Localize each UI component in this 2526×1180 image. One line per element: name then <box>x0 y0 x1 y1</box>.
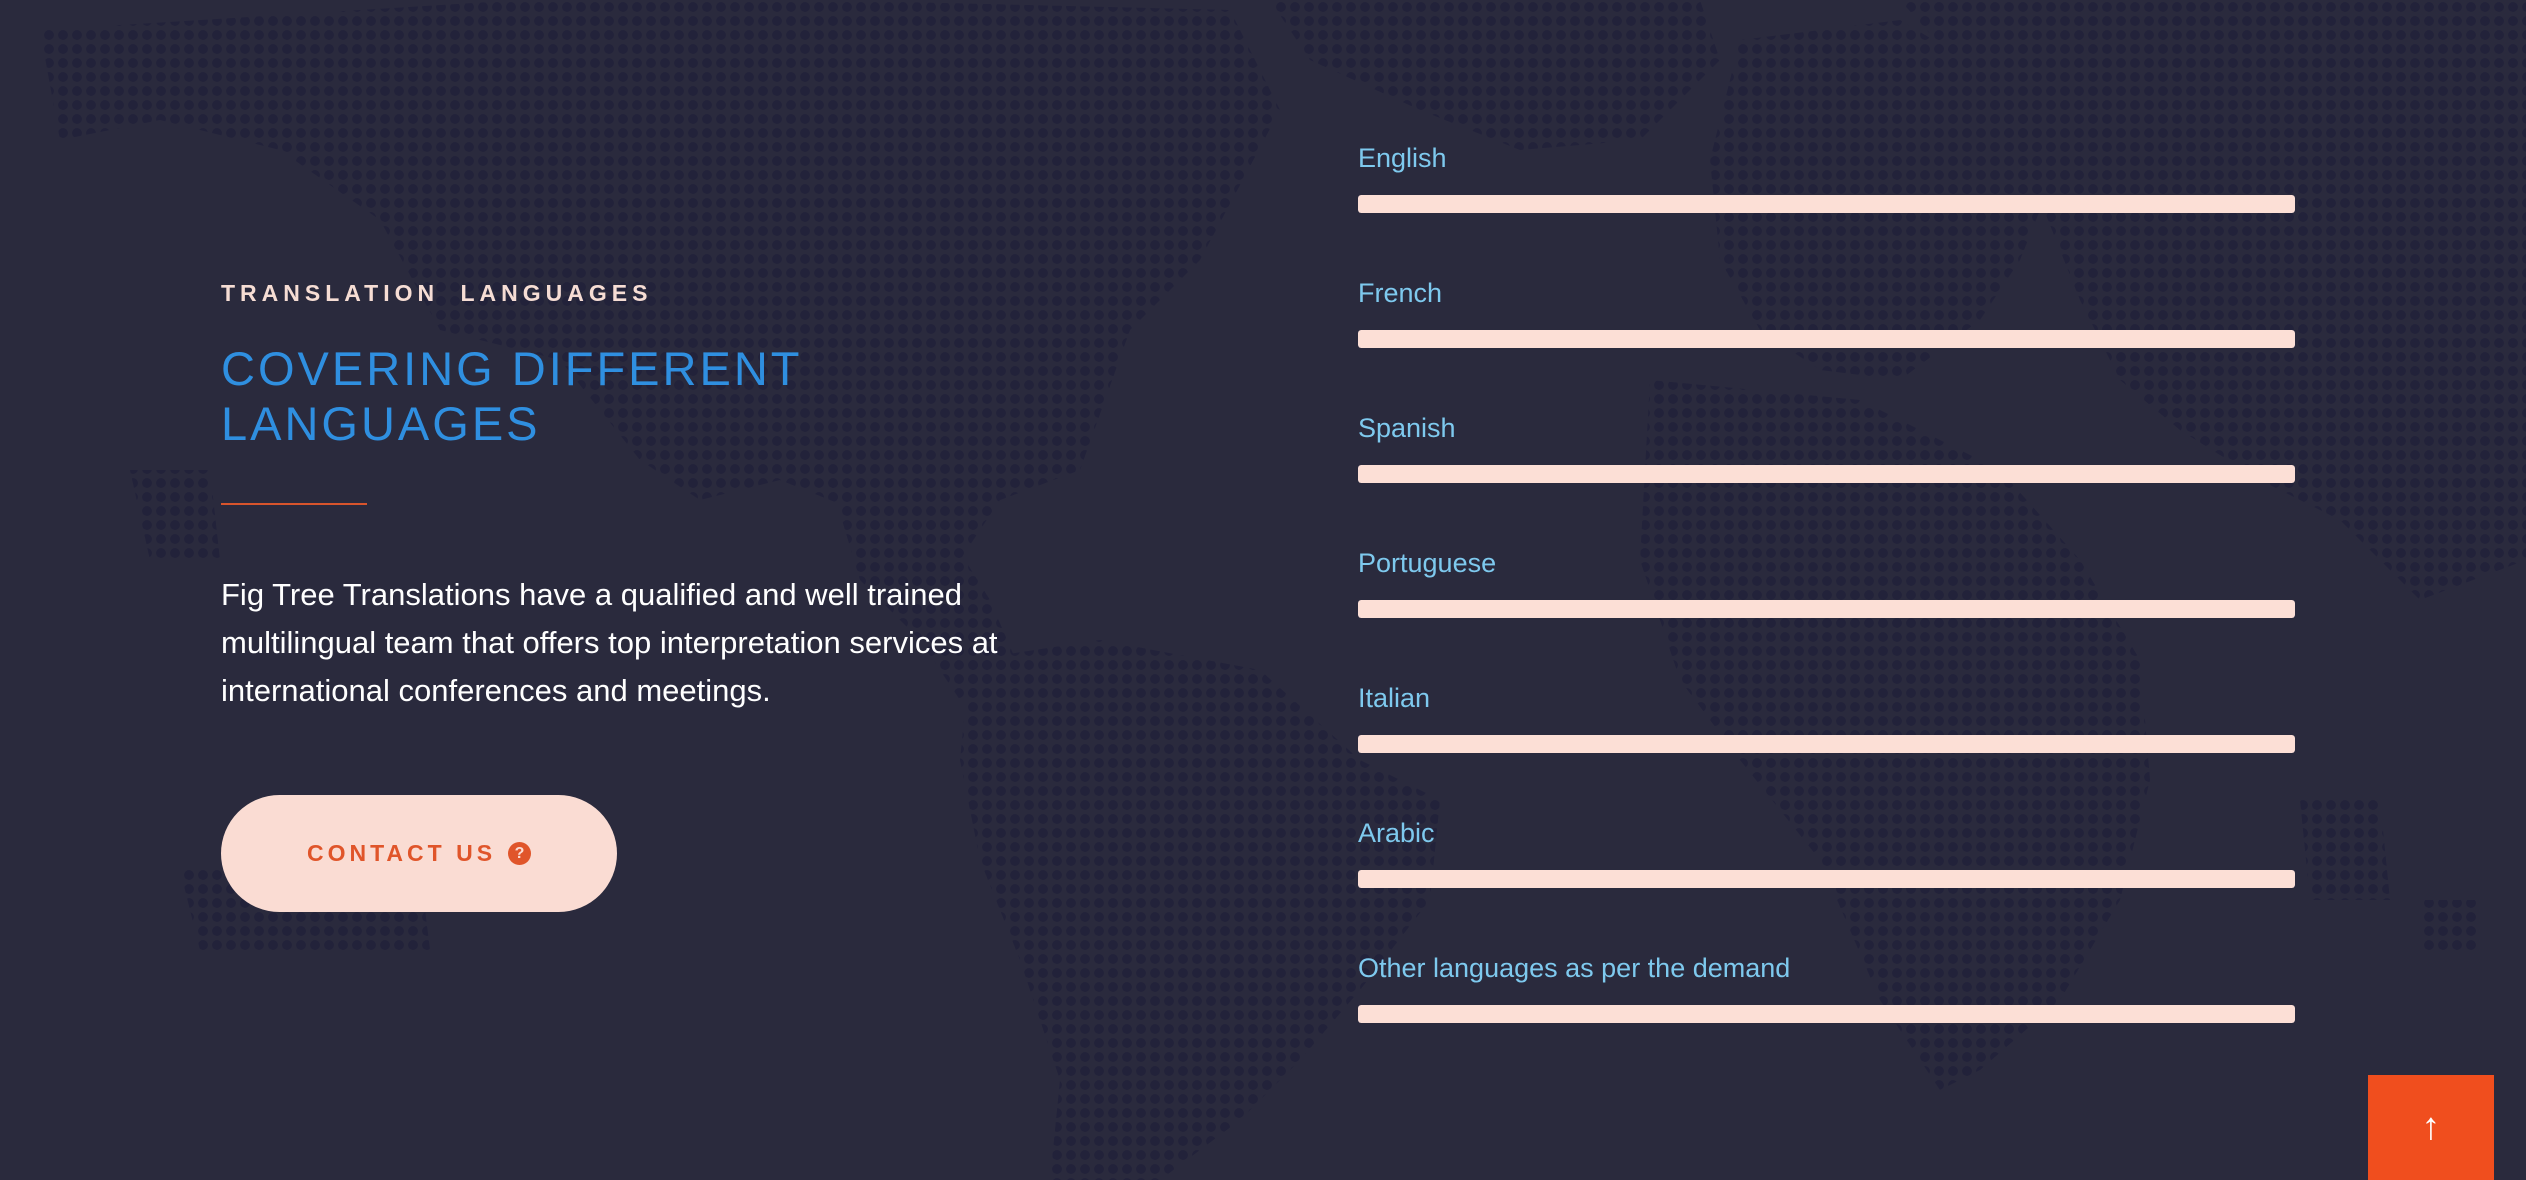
language-label: Spanish <box>1358 413 1456 443</box>
language-progress-bar <box>1358 330 2295 348</box>
language-item: Other languages as per the demand <box>1358 952 2295 1087</box>
question-circle-icon: ? <box>508 842 532 865</box>
language-progress-fill <box>1358 735 2295 753</box>
language-progress-fill <box>1358 195 2295 213</box>
language-label: Arabic <box>1358 818 1435 848</box>
section-heading: COVERING DIFFERENT LANGUAGES <box>221 342 802 450</box>
scroll-to-top-button[interactable]: ↑ <box>2368 1075 2494 1180</box>
language-item: Arabic <box>1358 817 2295 952</box>
language-item: Italian <box>1358 682 2295 817</box>
language-progress-bar <box>1358 1005 2295 1023</box>
heading-divider <box>221 503 367 505</box>
language-item: English <box>1358 142 2295 277</box>
language-progress-bar <box>1358 465 2295 483</box>
translation-languages-section: TRANSLATION LANGUAGES COVERING DIFFERENT… <box>0 0 2526 1180</box>
language-progress-fill <box>1358 330 2295 348</box>
language-progress-fill <box>1358 870 2295 888</box>
language-label: Other languages as per the demand <box>1358 953 1791 983</box>
language-item: Portuguese <box>1358 547 2295 682</box>
language-progress-fill <box>1358 465 2295 483</box>
language-progress-bar <box>1358 870 2295 888</box>
contact-us-button[interactable]: CONTACT US ? <box>221 795 617 912</box>
language-progress-bar <box>1358 195 2295 213</box>
language-label: Italian <box>1358 683 1431 713</box>
language-list: English French Spanish Portuguese Italia… <box>1358 142 2295 1087</box>
language-progress-bar <box>1358 600 2295 618</box>
section-eyebrow: TRANSLATION LANGUAGES <box>221 280 653 306</box>
contact-us-label: CONTACT US <box>306 840 497 866</box>
language-item: Spanish <box>1358 412 2295 547</box>
language-label: Portuguese <box>1358 548 1497 578</box>
language-label: French <box>1358 278 1443 308</box>
section-description: Fig Tree Translations have a qualified a… <box>221 577 998 708</box>
language-item: French <box>1358 277 2295 412</box>
language-label: English <box>1358 143 1447 173</box>
intro-column: TRANSLATION LANGUAGES COVERING DIFFERENT… <box>221 280 1121 912</box>
language-progress-fill <box>1358 1005 2295 1023</box>
language-progress-fill <box>1358 600 2295 618</box>
arrow-up-icon: ↑ <box>2421 1106 2441 1148</box>
language-progress-bar <box>1358 735 2295 753</box>
